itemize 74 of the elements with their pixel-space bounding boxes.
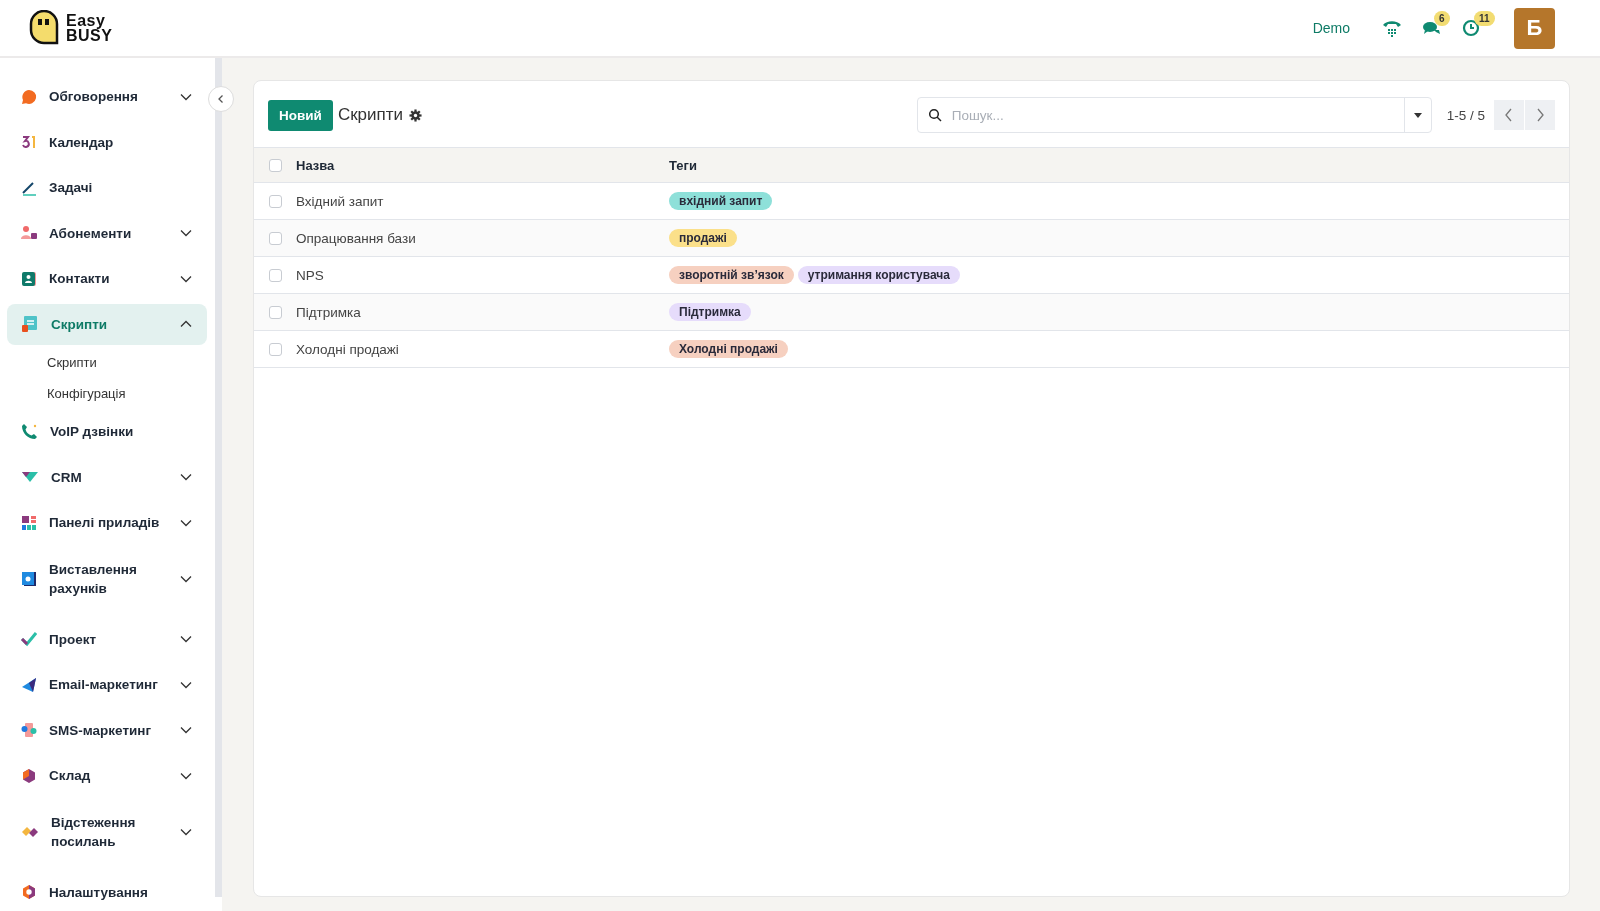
sidebar-item[interactable]: Панелі приладів [7, 502, 207, 543]
sidebar-item[interactable]: Обговорення [7, 76, 207, 117]
phone-icon [21, 423, 38, 440]
search-icon [927, 108, 942, 122]
new-button[interactable]: Новий [268, 99, 333, 131]
pen-icon [21, 179, 37, 196]
sidebar-item[interactable]: Скрипти [7, 303, 207, 345]
logo-text: Easy BUSY [66, 13, 113, 43]
phone-icon[interactable] [1382, 18, 1402, 38]
chevron-right-icon [1535, 108, 1545, 122]
hexagon-icon [21, 767, 37, 784]
cog-hexagon-icon [21, 884, 37, 900]
tag: продажі [669, 229, 737, 247]
sidebar-item[interactable]: Відстеження посилань [7, 800, 207, 863]
collapse-sidebar-button[interactable] [208, 86, 234, 112]
sidebar-item[interactable]: Проект [7, 618, 207, 660]
sidebar-item[interactable]: SMS-маркетинг [7, 709, 207, 751]
paper-plane-icon [21, 676, 37, 693]
tag: Підтримка [669, 303, 751, 321]
next-page-button[interactable] [1525, 100, 1555, 130]
sidebar-item[interactable]: VoIP дзвінки [7, 411, 207, 452]
invoice-icon [21, 570, 37, 587]
sidebar-subitem[interactable]: Скрипти [7, 349, 207, 380]
row-checkbox[interactable] [269, 231, 282, 245]
people-icon [21, 225, 37, 241]
page-title: Скрипти [337, 105, 404, 125]
sidebar-item[interactable]: Налаштування [7, 871, 207, 911]
row-checkbox[interactable] [269, 342, 282, 356]
search-field[interactable]: Пошук... [941, 98, 1404, 132]
table-cell: Опрацювання бази [296, 230, 416, 246]
select-all-checkbox[interactable] [269, 158, 282, 172]
sidebar-item[interactable]: Контакти [7, 258, 207, 299]
contact-card-icon [21, 270, 37, 287]
tag: вхідний запит [669, 192, 773, 210]
chevron-left-icon [216, 94, 226, 104]
sidebar-item[interactable]: Задачі [7, 167, 207, 208]
shapes-icon [21, 722, 37, 738]
logo-icon [28, 10, 60, 46]
sidebar-subitem[interactable]: Конфігурація [7, 380, 207, 411]
table-cell: Підтримка [296, 304, 361, 320]
sidebar-item[interactable]: Виставлення рахунків [7, 547, 207, 610]
user-label[interactable]: Demo [1312, 20, 1350, 36]
previous-page-button[interactable] [1494, 100, 1524, 130]
table-cell: Вхідний запит [296, 193, 384, 209]
messages-count-badge: 6 [1434, 11, 1450, 26]
table-cell: NPS [296, 267, 324, 283]
dashboard-icon [21, 514, 37, 531]
scrollbar[interactable] [215, 58, 222, 897]
calendar-icon [21, 134, 37, 150]
table-cell: Холодні продажі [296, 341, 399, 357]
sidebar-item[interactable]: Склад [7, 755, 207, 796]
row-checkbox[interactable] [269, 305, 282, 319]
chevron-left-icon [1504, 108, 1514, 122]
tag: зворотній зв’язок [669, 266, 794, 284]
row-checkbox[interactable] [269, 194, 282, 208]
tag: Холодні продажі [669, 340, 788, 358]
user-avatar[interactable]: Б [1514, 7, 1555, 49]
sidebar-item[interactable]: Календар [7, 121, 207, 163]
search-bar[interactable]: Пошук... [916, 97, 1432, 133]
pager-value[interactable]: 1-5 / 5 [1446, 107, 1485, 123]
sidebar-item[interactable]: Абонементи [7, 212, 207, 254]
document-icon [21, 315, 39, 333]
column-header[interactable]: Назва [296, 157, 335, 173]
column-header[interactable]: Теги [669, 157, 697, 173]
row-checkbox[interactable] [269, 268, 282, 282]
gear-icon[interactable] [409, 108, 423, 122]
sidebar-item[interactable]: CRM [7, 456, 207, 498]
checkmark-icon [21, 631, 37, 647]
sidebar-item[interactable]: Email-маркетинг [7, 664, 207, 705]
speech-bubble-icon [21, 88, 37, 105]
tag: утримання користувача [797, 266, 960, 284]
clock-icon[interactable] [1462, 19, 1480, 37]
activities-count-badge: 11 [1474, 11, 1495, 26]
caret-down-icon [1413, 112, 1422, 118]
